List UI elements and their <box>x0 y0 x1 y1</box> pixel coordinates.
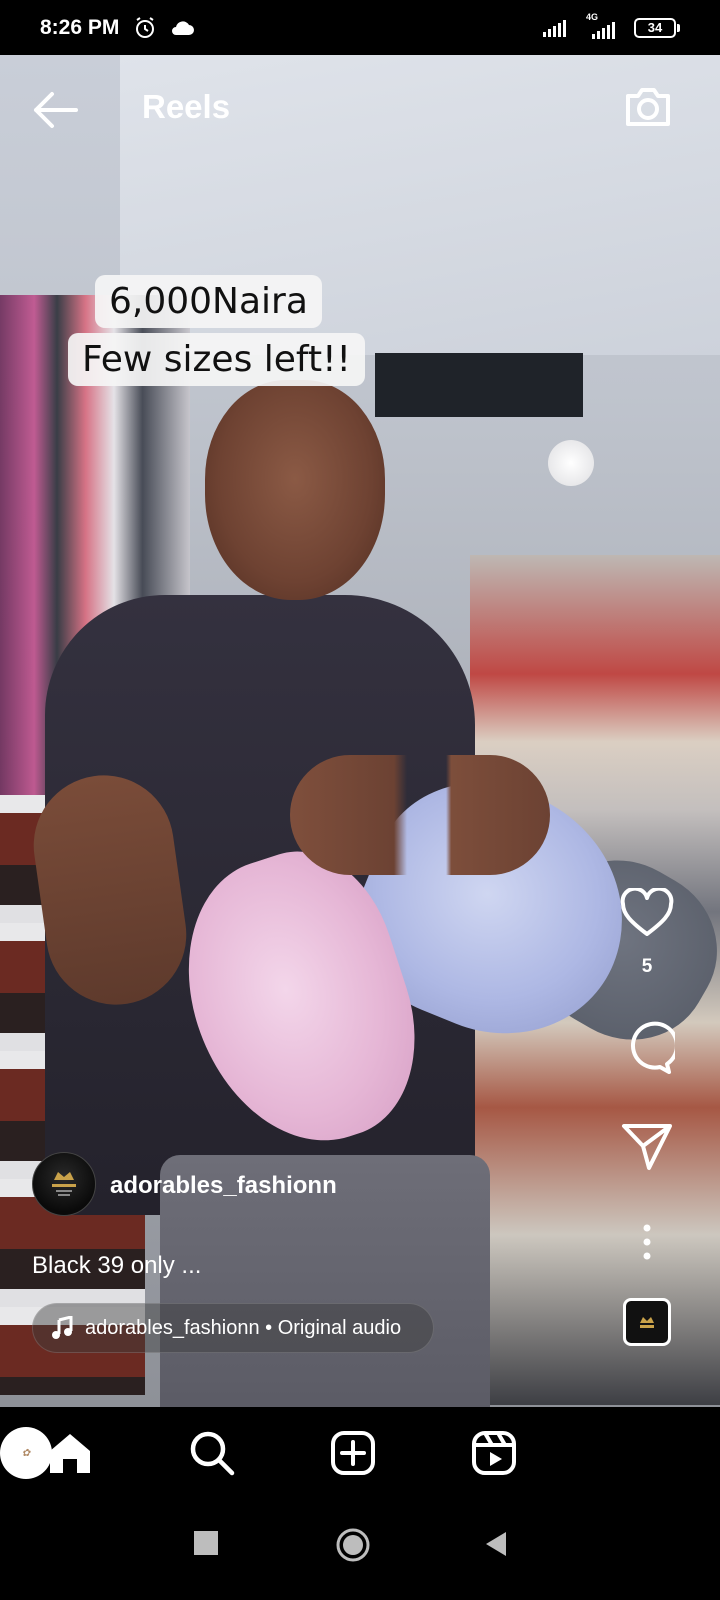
system-back-button[interactable] <box>484 1531 508 1562</box>
status-time: 8:26 PM <box>40 15 120 39</box>
recents-button[interactable] <box>194 1531 218 1560</box>
nav-reels-button[interactable] <box>470 1429 518 1477</box>
audio-thumbnail-button[interactable] <box>623 1298 671 1346</box>
video-backdrop-vent <box>375 353 583 417</box>
send-icon <box>622 1124 672 1170</box>
page-title: Reels <box>142 88 231 125</box>
signal-4g-icon: 4G <box>584 12 620 40</box>
profile-avatar[interactable]: ✿ <box>0 1427 52 1479</box>
profile-avatar-image: ✿ <box>21 1447 31 1459</box>
system-navigation-bar <box>0 1499 720 1600</box>
comment-icon <box>631 1021 675 1074</box>
audio-cover-icon <box>640 1317 654 1328</box>
video-backdrop-lamp <box>548 440 594 486</box>
video-person-hands <box>290 755 550 875</box>
more-vertical-icon <box>643 1224 651 1260</box>
share-button[interactable] <box>617 1120 677 1172</box>
nav-create-button[interactable] <box>329 1429 377 1477</box>
alarm-icon <box>136 16 155 38</box>
post-caption[interactable]: Black 39 only ... <box>32 1252 201 1280</box>
status-right-icons: 4G 34 <box>542 12 680 40</box>
back-button[interactable] <box>30 88 80 132</box>
arrow-left-icon <box>34 92 78 128</box>
signal-icon <box>543 19 566 37</box>
back-icon <box>486 1532 506 1556</box>
add-post-icon <box>331 1431 375 1475</box>
author-username[interactable]: adorables_fashionn <box>110 1172 337 1200</box>
like-count: 5 <box>641 956 653 977</box>
reel-video[interactable] <box>0 55 720 1407</box>
audio-pill[interactable]: adorables_fashionn • Original audio <box>32 1303 435 1353</box>
status-bar: 8:26 PM 4G 34 <box>0 0 720 55</box>
status-left-icons <box>133 16 195 40</box>
nav-search-button[interactable] <box>188 1429 236 1477</box>
overlay-price: 6,000Naira <box>95 275 322 328</box>
recents-icon <box>194 1531 218 1555</box>
like-button[interactable]: 5 <box>617 888 677 978</box>
search-icon <box>190 1431 235 1476</box>
comment-button[interactable] <box>617 1020 677 1076</box>
reels-header: Reels <box>0 80 720 140</box>
camera-button[interactable] <box>622 80 674 132</box>
battery-level: 34 <box>634 17 676 38</box>
bottom-navigation: ✿ <box>0 1407 720 1499</box>
video-person-head <box>205 380 385 600</box>
cloud-icon <box>172 20 195 35</box>
author-avatar[interactable] <box>32 1152 96 1216</box>
heart-icon <box>620 888 674 936</box>
system-home-button[interactable] <box>335 1527 371 1568</box>
nav-home-button[interactable] <box>46 1429 94 1477</box>
camera-icon <box>626 88 670 126</box>
home-circle-icon <box>336 1528 370 1562</box>
closet-logo-icon <box>52 1172 76 1196</box>
battery-tip <box>677 23 680 32</box>
audio-label: adorables_fashionn • Original audio <box>85 1316 402 1339</box>
home-icon <box>50 1434 90 1473</box>
reels-icon <box>472 1431 516 1475</box>
music-note-icon <box>52 1316 73 1339</box>
battery-icon: 34 <box>634 17 680 38</box>
overlay-sizes: Few sizes left!! <box>68 333 365 386</box>
more-options-button[interactable] <box>617 1222 677 1262</box>
